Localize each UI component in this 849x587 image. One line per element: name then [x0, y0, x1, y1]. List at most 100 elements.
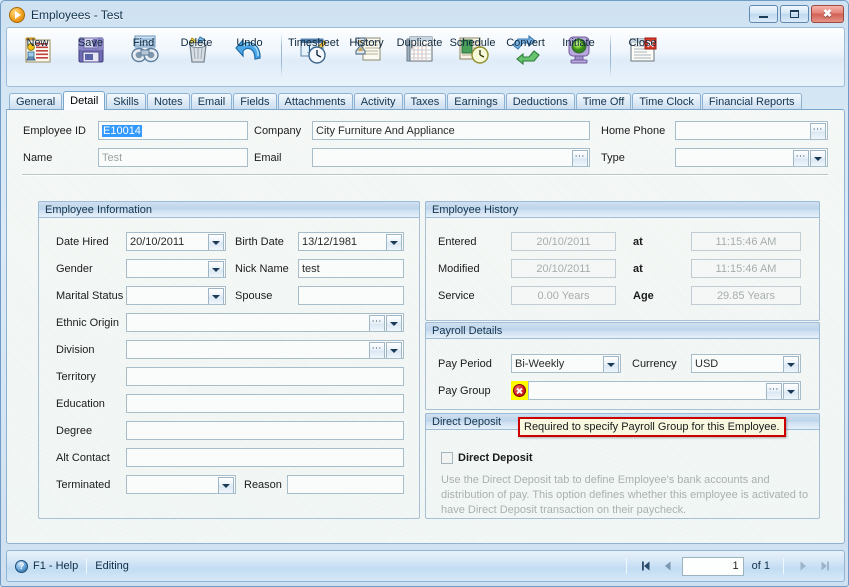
toolbar-label: Timesheet [288, 37, 339, 49]
header-divider [22, 174, 828, 176]
entered-at-label: at [633, 236, 643, 248]
maximize-button[interactable] [780, 5, 809, 23]
play-circle-icon [9, 7, 25, 23]
close-button[interactable]: ✖ [811, 5, 844, 23]
entered-time-value: 11:15:46 AM [715, 235, 777, 248]
first-record-button[interactable] [635, 555, 657, 577]
toolbar-button-undo[interactable]: Undo [223, 31, 276, 85]
last-record-button[interactable] [814, 555, 836, 577]
home-phone-input[interactable]: ⋯ [675, 121, 828, 140]
tab-time-off[interactable]: Time Off [575, 93, 632, 110]
tab-earnings[interactable]: Earnings [447, 93, 505, 110]
pay-group-dropdown-button[interactable] [783, 383, 799, 399]
tab-notes[interactable]: Notes [146, 93, 190, 110]
tab-taxes[interactable]: Taxes [403, 93, 447, 110]
birth-date-dropdown-button[interactable] [386, 234, 402, 250]
division-input[interactable]: ⋯ [126, 340, 404, 359]
birth-date-input[interactable]: 13/12/1981 [298, 232, 404, 251]
page-number-input[interactable]: 1 [681, 556, 744, 576]
terminated-dropdown-button[interactable] [218, 477, 234, 493]
header-fields: Employee ID E10014 Name Test Company Cit… [7, 110, 846, 179]
previous-record-button[interactable] [657, 555, 679, 577]
tab-email[interactable]: Email [190, 93, 233, 110]
tab-attachments[interactable]: Attachments [277, 93, 353, 110]
nick-name-input[interactable]: test [298, 259, 404, 278]
marital-status-dropdown-button[interactable] [208, 288, 224, 304]
toolbar-button-save[interactable]: Save [64, 31, 117, 85]
toolbar-button-initiate[interactable]: Initiate [552, 31, 605, 85]
toolbar-button-new[interactable]: New [11, 31, 64, 85]
education-input[interactable] [126, 394, 404, 413]
minimize-button[interactable] [749, 5, 778, 23]
toolbar-button-find[interactable]: Find [117, 31, 170, 85]
direct-deposit-checkbox[interactable] [441, 452, 453, 464]
date-hired-dropdown-button[interactable] [208, 234, 224, 250]
tab-detail[interactable]: Detail [63, 91, 106, 110]
tab-label: Earnings [454, 96, 498, 108]
home-phone-label: Home Phone [601, 125, 666, 137]
type-dropdown-button[interactable] [810, 150, 826, 166]
employee-information-group: Employee Information Date Hired 20/10/20… [38, 201, 420, 519]
division-lookup-button[interactable]: ⋯ [369, 342, 385, 358]
division-dropdown-button[interactable] [386, 342, 402, 358]
home-phone-lookup-button[interactable]: ⋯ [810, 123, 826, 139]
type-input[interactable]: ⋯ [675, 148, 828, 167]
toolbar-button-convert[interactable]: Convert [499, 31, 552, 85]
reason-input[interactable] [287, 475, 404, 494]
employee-id-input[interactable]: E10014 [98, 121, 248, 140]
email-lookup-button[interactable]: ⋯ [572, 150, 588, 166]
tab-financial-reports[interactable]: Financial Reports [701, 93, 802, 110]
toolbar-button-history[interactable]: History [340, 31, 393, 85]
toolbar-label: Find [132, 37, 155, 49]
email-input[interactable]: ⋯ [312, 148, 590, 167]
question-circle-icon[interactable] [15, 559, 28, 573]
terminated-label: Terminated [56, 479, 111, 491]
toolbar-label: Delete [180, 37, 213, 49]
currency-select[interactable]: USD [691, 354, 801, 373]
alt-contact-input[interactable] [126, 448, 404, 467]
toolbar-button-delete[interactable]: Delete [170, 31, 223, 85]
pay-period-select[interactable]: Bi-Weekly [511, 354, 621, 373]
entered-time-field: 11:15:46 AM [691, 232, 801, 251]
gender-dropdown-button[interactable] [208, 261, 224, 277]
ethnic-origin-lookup-button[interactable]: ⋯ [369, 315, 385, 331]
tab-label: Taxes [410, 96, 440, 108]
tab-general[interactable]: General [9, 93, 63, 110]
ethnic-origin-dropdown-button[interactable] [386, 315, 402, 331]
ethnic-origin-input[interactable]: ⋯ [126, 313, 404, 332]
gender-select[interactable] [126, 259, 226, 278]
marital-status-select[interactable] [126, 286, 226, 305]
direct-deposit-help-text: Use the Direct Deposit tab to define Emp… [441, 474, 809, 516]
currency-dropdown-button[interactable] [783, 356, 799, 372]
tab-label: Deductions [512, 96, 568, 108]
date-hired-value: 20/10/2011 [130, 235, 185, 248]
nav-separator-left [625, 558, 627, 574]
tab-skills[interactable]: Skills [106, 93, 146, 110]
company-input[interactable]: City Furniture And Appliance [312, 121, 590, 140]
next-record-button[interactable] [792, 555, 814, 577]
tab-fields[interactable]: Fields [233, 93, 277, 110]
name-input[interactable]: Test [98, 148, 248, 167]
type-lookup-button[interactable]: ⋯ [793, 150, 809, 166]
toolbar-button-schedule[interactable]: Schedule [446, 31, 499, 85]
pay-group-lookup-button[interactable]: ⋯ [766, 383, 782, 399]
tab-time-clock[interactable]: Time Clock [632, 93, 701, 110]
date-hired-input[interactable]: 20/10/2011 [126, 232, 226, 251]
pay-period-value: Bi-Weekly [515, 357, 565, 370]
territory-input[interactable] [126, 367, 404, 386]
toolbar-button-duplicate[interactable]: Duplicate [393, 31, 446, 85]
degree-input[interactable] [126, 421, 404, 440]
pay-group-input[interactable]: ⋯ [528, 381, 801, 400]
service-label: Service [438, 290, 475, 302]
tab-activity[interactable]: Activity [353, 93, 403, 110]
tab-label: General [16, 96, 56, 108]
tab-deductions[interactable]: Deductions [505, 93, 575, 110]
tab-label: Time Off [582, 96, 625, 108]
toolbar-label: History [349, 37, 384, 49]
toolbar-button-close[interactable]: Close [616, 31, 669, 85]
spouse-input[interactable] [298, 286, 404, 305]
pay-period-dropdown-button[interactable] [603, 356, 619, 372]
toolbar-button-timesheet[interactable]: 1 Timesheet [287, 31, 340, 85]
help-label[interactable]: F1 - Help [33, 560, 78, 572]
terminated-select[interactable] [126, 475, 236, 494]
